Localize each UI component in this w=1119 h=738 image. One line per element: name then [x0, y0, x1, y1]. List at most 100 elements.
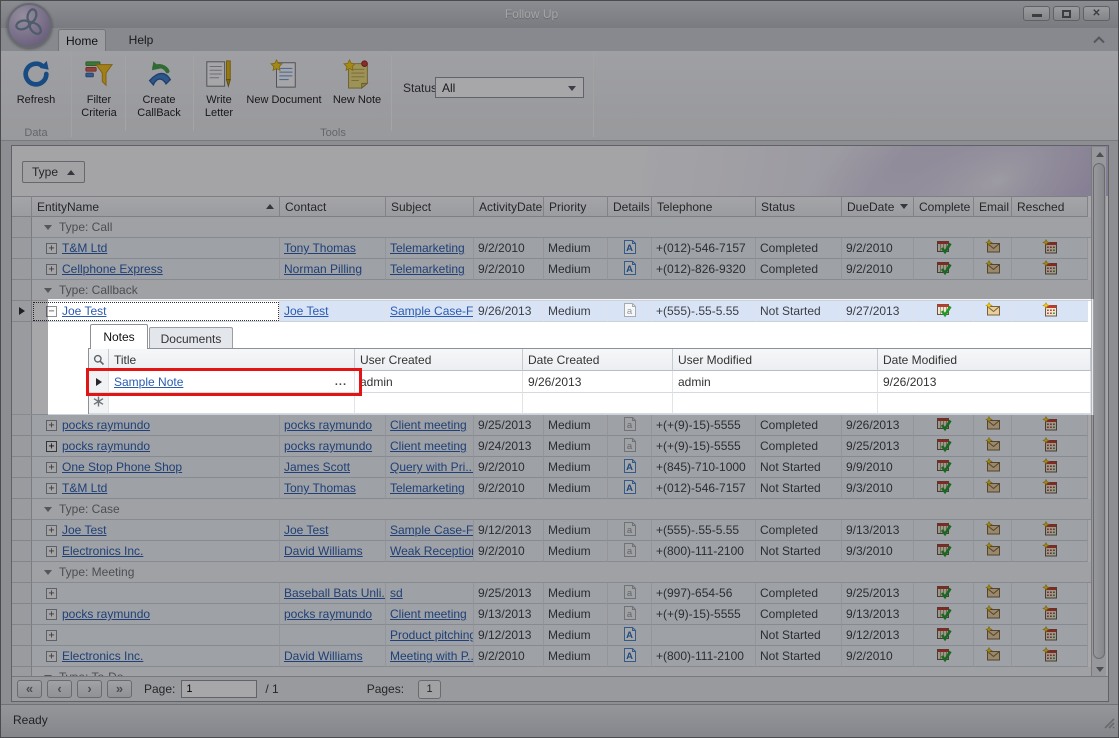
resched-icon[interactable] [1042, 542, 1058, 561]
expand-row-button[interactable]: + [46, 264, 57, 275]
subject-link[interactable]: Client meeting [390, 418, 467, 432]
complete-icon[interactable] [936, 437, 952, 456]
details-a-icon[interactable]: a [622, 416, 638, 435]
notes-column-header[interactable]: User Modified [673, 349, 878, 371]
details-a-icon[interactable]: a [622, 437, 638, 456]
app-menu-button[interactable] [7, 3, 52, 48]
contact-link[interactable]: Tony Thomas [284, 241, 356, 255]
new-note-button[interactable]: New Note [328, 55, 386, 135]
ribbon-collapse-button[interactable] [1088, 31, 1110, 48]
resched-icon[interactable] [1042, 626, 1058, 645]
resched-icon[interactable] [1042, 647, 1058, 666]
column-header-details[interactable]: Details [608, 196, 652, 217]
subject-link[interactable]: Query with Pri... [390, 460, 474, 474]
complete-icon[interactable] [936, 521, 952, 540]
column-header-contact[interactable]: Contact [280, 196, 386, 217]
tab-notes[interactable]: Notes [90, 324, 148, 349]
subject-link[interactable]: sd [390, 586, 403, 600]
expand-row-button[interactable]: + [46, 243, 57, 254]
column-header-priority[interactable]: Priority [544, 196, 608, 217]
subject-link[interactable]: Telemarketing [390, 262, 465, 276]
group-row-label[interactable]: Type: Callback [32, 280, 1092, 301]
contact-link[interactable]: pocks raymundo [284, 607, 372, 621]
details-A-icon[interactable]: A [622, 626, 638, 645]
contact-link[interactable]: Joe Test [284, 523, 328, 537]
expand-row-button[interactable]: + [46, 525, 57, 536]
entity-link[interactable]: Electronics Inc. [62, 544, 143, 558]
resched-icon[interactable] [1042, 437, 1058, 456]
contact-link[interactable]: David Williams [284, 649, 363, 663]
entity-link[interactable]: pocks raymundo [62, 418, 150, 432]
expand-row-button[interactable]: + [46, 609, 57, 620]
contact-link[interactable]: Tony Thomas [284, 481, 356, 495]
collapse-group-icon[interactable] [44, 507, 52, 512]
subject-link[interactable]: Product pitching [390, 628, 474, 642]
resched-icon[interactable] [1042, 521, 1058, 540]
new-document-button[interactable]: New Document [244, 55, 324, 135]
resched-icon[interactable] [1042, 239, 1058, 258]
vertical-scrollbar[interactable] [1091, 147, 1106, 677]
expand-row-button[interactable]: + [46, 588, 57, 599]
contact-link[interactable]: David Williams [284, 544, 363, 558]
resched-icon[interactable] [1042, 479, 1058, 498]
titlebar[interactable]: Follow Up ✕ [1, 1, 1118, 28]
subject-link[interactable]: Client meeting [390, 439, 467, 453]
details-a-icon[interactable]: a [622, 521, 638, 540]
next-page-button[interactable]: › [77, 680, 102, 698]
tab-documents[interactable]: Documents [149, 327, 233, 349]
details-A-icon[interactable]: A [622, 647, 638, 666]
email-icon[interactable] [985, 584, 1001, 603]
column-header-complete[interactable]: Complete [914, 196, 974, 217]
complete-icon[interactable] [936, 647, 952, 666]
filter-criteria-button[interactable]: Filter Criteria [74, 55, 124, 135]
expand-row-button[interactable]: + [46, 441, 57, 452]
email-icon[interactable] [985, 239, 1001, 258]
complete-icon[interactable] [936, 239, 952, 258]
email-icon[interactable] [985, 302, 1001, 321]
column-header-duedate[interactable]: DueDate [842, 196, 914, 217]
email-icon[interactable] [985, 605, 1001, 624]
scroll-down-button[interactable] [1092, 662, 1107, 677]
collapse-group-icon[interactable] [44, 225, 52, 230]
complete-icon[interactable] [936, 416, 952, 435]
subject-link[interactable]: Telemarketing [390, 481, 465, 495]
column-header-entityname[interactable]: EntityName [32, 196, 280, 217]
minimize-button[interactable] [1023, 6, 1050, 21]
subject-link[interactable]: Client meeting [390, 607, 467, 621]
email-icon[interactable] [985, 458, 1001, 477]
resize-grip[interactable] [1101, 715, 1115, 734]
contact-link[interactable]: pocks raymundo [284, 439, 372, 453]
collapse-row-button[interactable]: − [46, 306, 57, 317]
collapse-group-icon[interactable] [44, 288, 52, 293]
expand-row-button[interactable]: + [46, 420, 57, 431]
entity-link[interactable]: T&M Ltd [62, 241, 107, 255]
group-row-label[interactable]: Type: Case [32, 499, 1092, 520]
notes-column-header[interactable]: User Created [355, 349, 523, 371]
complete-icon[interactable] [936, 542, 952, 561]
complete-icon[interactable] [936, 479, 952, 498]
resched-icon[interactable] [1042, 416, 1058, 435]
entity-link[interactable]: Cellphone Express [62, 262, 163, 276]
complete-icon[interactable] [936, 626, 952, 645]
notes-column-header[interactable]: Date Modified [878, 349, 1091, 371]
details-A-icon[interactable]: A [622, 479, 638, 498]
note-new-row[interactable] [89, 393, 1091, 414]
scroll-up-button[interactable] [1092, 147, 1107, 162]
close-button[interactable]: ✕ [1083, 6, 1110, 21]
expand-row-button[interactable]: + [46, 630, 57, 641]
resched-icon[interactable] [1042, 605, 1058, 624]
tab-help[interactable]: Help [118, 29, 164, 51]
page-input[interactable] [181, 680, 257, 698]
contact-link[interactable]: Norman Pilling [284, 262, 362, 276]
details-A-icon[interactable]: A [622, 260, 638, 279]
entity-link[interactable]: One Stop Phone Shop [62, 460, 182, 474]
column-header-resched[interactable]: Resched [1012, 196, 1088, 217]
expand-row-button[interactable]: + [46, 462, 57, 473]
group-row-label[interactable]: Type: Meeting [32, 562, 1092, 583]
subject-link[interactable]: Meeting with P... [390, 649, 474, 663]
complete-icon[interactable] [936, 260, 952, 279]
contact-link[interactable]: Baseball Bats Unli... [284, 586, 386, 600]
details-a-icon[interactable]: a [622, 605, 638, 624]
resched-icon[interactable] [1042, 302, 1058, 321]
entity-link[interactable]: Electronics Inc. [62, 649, 143, 663]
